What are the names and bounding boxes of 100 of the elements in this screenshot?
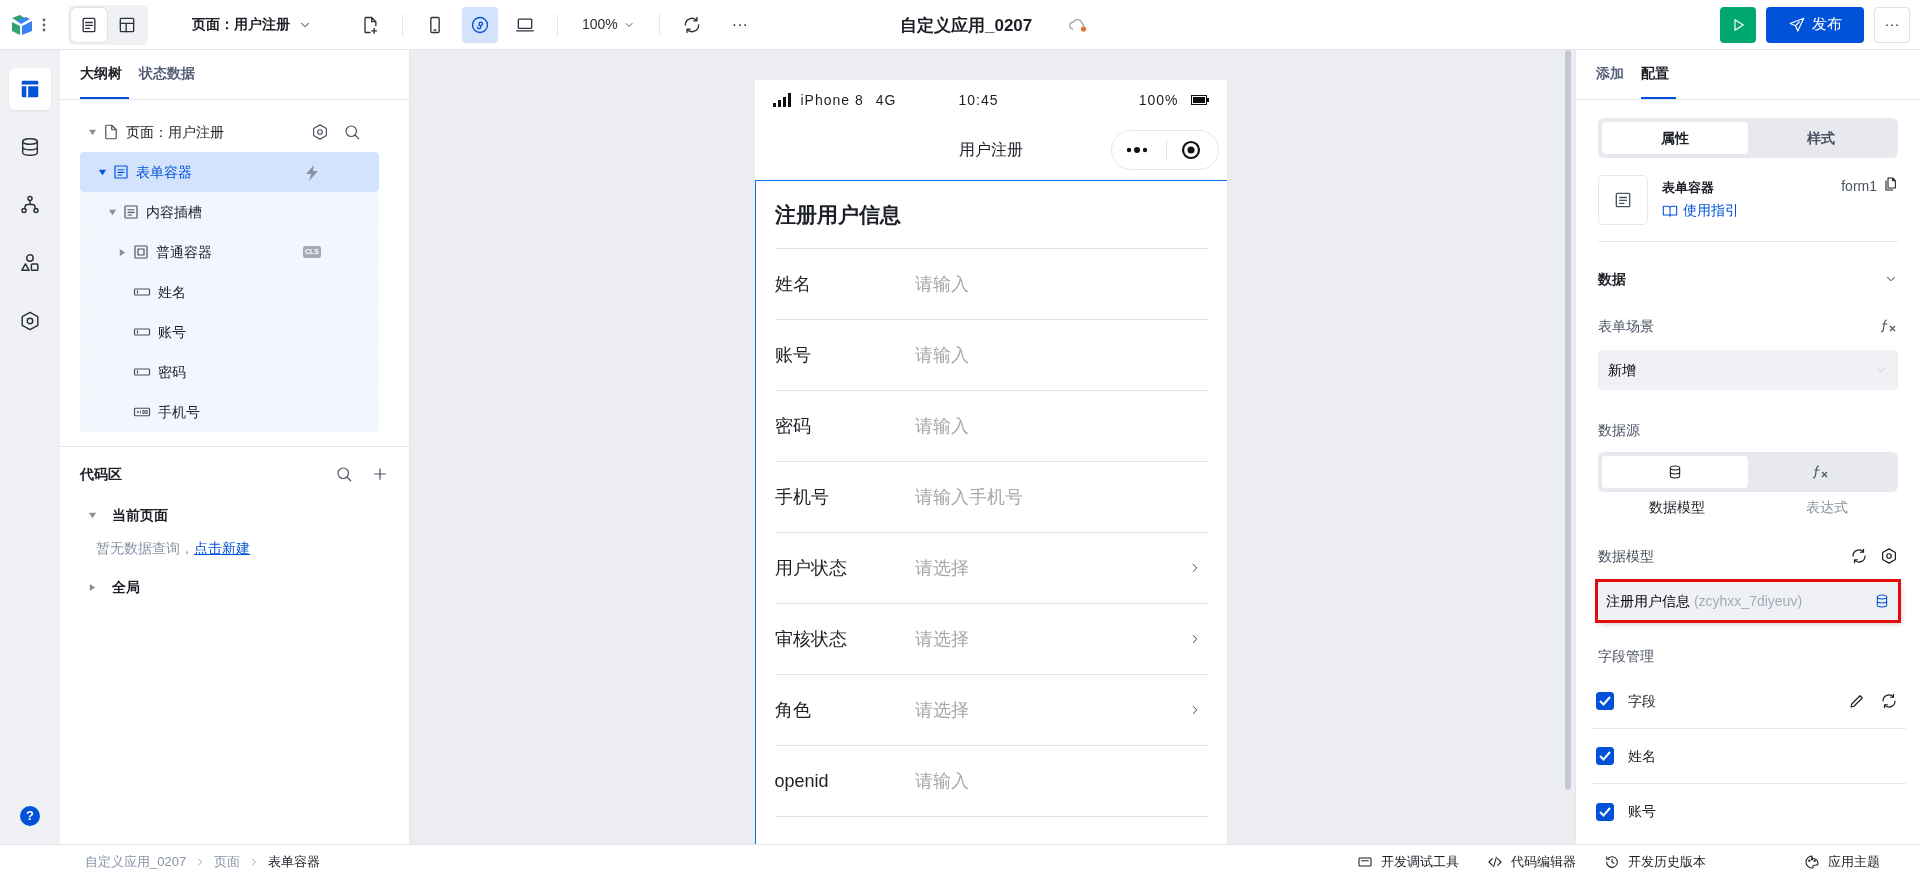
field-label: 密码 [774, 414, 812, 438]
database-icon [1874, 593, 1890, 609]
tree-label: 姓名 [158, 282, 186, 302]
checkbox[interactable] [1596, 692, 1614, 710]
function-icon[interactable] [1812, 465, 1830, 479]
panel-tab[interactable]: 添加 [1596, 50, 1631, 99]
group-label[interactable]: 全局 [112, 576, 140, 598]
select-field[interactable]: 新增 [1598, 350, 1898, 390]
field-label: 姓名 [1628, 746, 1656, 766]
run-button[interactable] [1720, 6, 1756, 43]
option-label: 表达式 [1804, 498, 1849, 517]
battery-percent: 100% [1138, 90, 1179, 110]
tree-item[interactable]: 密码 [80, 352, 379, 392]
more-button[interactable]: ··· [1874, 6, 1910, 43]
segment-tab[interactable]: 属性 [1602, 122, 1748, 154]
sidebar-item[interactable] [9, 68, 51, 110]
tree-label: 手机号 [158, 402, 200, 422]
more-icon[interactable] [1125, 146, 1148, 154]
field-label: 角色 [774, 698, 812, 722]
empty-message: 暂无数据查询， [96, 538, 194, 558]
scrollbar[interactable] [1565, 50, 1571, 790]
zoom-selector[interactable]: 100% [582, 14, 635, 35]
tree-item[interactable]: 手机号 [80, 392, 379, 432]
tree-item[interactable]: 内容插槽 [80, 192, 379, 232]
option-label: 数据模型 [1647, 498, 1706, 517]
help-button[interactable]: ? [20, 806, 40, 826]
pencil-icon [1848, 692, 1866, 710]
view-tab[interactable] [71, 7, 107, 42]
function-icon[interactable] [1880, 319, 1898, 333]
input-field[interactable]: 请输入 [914, 767, 1208, 795]
field-label: 表单场景 [1598, 316, 1654, 336]
input-field[interactable]: 请输入手机号 [914, 483, 1208, 511]
create-link[interactable]: 点击新建 [194, 537, 250, 559]
toolbar-button[interactable]: 开发历史版本 [1604, 852, 1706, 872]
panel-tab[interactable]: 状态数据 [139, 50, 202, 99]
tree-item[interactable]: 姓名 [80, 272, 379, 312]
checkbox[interactable] [1596, 802, 1614, 821]
layout-icon [19, 78, 41, 100]
input-field[interactable]: 请输入 [914, 341, 1208, 369]
container-icon [132, 243, 150, 261]
tree-label: 账号 [158, 322, 186, 342]
shapes-icon [19, 252, 41, 274]
more-button[interactable]: ··· [731, 12, 748, 37]
network-label: 4G [875, 90, 897, 110]
field-label: 字段管理 [1598, 646, 1654, 666]
battery-icon [1190, 95, 1209, 105]
input-field[interactable]: 请输入 [914, 412, 1208, 440]
guide-link[interactable]: 使用指引 [1662, 200, 1739, 222]
field-label: 用户状态 [774, 556, 848, 580]
close-target-icon[interactable] [1180, 140, 1201, 160]
collapse-caret-icon[interactable] [107, 207, 117, 217]
tree-label: 页面：用户注册 [126, 122, 224, 142]
toolbar-button[interactable]: 应用主题 [1804, 852, 1880, 872]
page-selector[interactable]: 页面：用户注册 [192, 14, 312, 35]
group-label[interactable]: 当前页面 [112, 504, 168, 526]
component-name: 表单容器 [1662, 178, 1715, 197]
device-button[interactable] [462, 6, 498, 43]
panel-tab[interactable]: 大纲树 [80, 50, 129, 99]
section-title: 代码区 [80, 464, 122, 484]
field-label: 审核状态 [774, 627, 848, 651]
clock-time: 10:45 [958, 90, 999, 110]
checkbox[interactable] [1596, 747, 1614, 765]
publish-button[interactable]: 发布 [1766, 6, 1864, 43]
toolbar-button[interactable]: 代码编辑器 [1487, 852, 1576, 872]
page-icon [102, 123, 120, 141]
expand-caret-icon[interactable] [87, 582, 97, 592]
app-title: 自定义应用_0207 [900, 15, 1033, 37]
component-id: form1 [1841, 177, 1877, 196]
breadcrumb-item[interactable]: 表单容器 [268, 852, 321, 872]
tree-label: 内容插槽 [146, 202, 202, 222]
collapse-caret-icon[interactable] [87, 510, 97, 520]
collapse-caret-icon[interactable] [97, 167, 107, 177]
data-model-field[interactable]: 注册用户信息 (zcyhxx_7diyeuv) [1598, 582, 1898, 620]
collapse-caret-icon[interactable] [87, 127, 97, 137]
field-label: 账号 [774, 343, 812, 367]
input-field[interactable]: 请输入 [914, 270, 1208, 298]
field-label: 账号 [1628, 802, 1656, 821]
toolbar-button[interactable]: 开发调试工具 [1357, 852, 1459, 872]
tree-item[interactable]: 表单容器 [80, 152, 379, 192]
field-label: 姓名 [774, 272, 812, 296]
page-title: 用户注册 [958, 140, 1023, 160]
field-label: 数据模型 [1598, 546, 1654, 566]
form-title: 注册用户信息 [774, 181, 1208, 249]
settings-icon [311, 123, 329, 141]
field-label: 字段 [1628, 691, 1656, 711]
tree-item[interactable]: 账号 [80, 312, 379, 352]
database-icon [1667, 464, 1683, 480]
send-icon [1788, 15, 1806, 34]
segment-tab[interactable]: 样式 [1748, 122, 1894, 154]
expand-caret-icon[interactable] [117, 247, 127, 257]
section-title: 数据 [1598, 269, 1626, 289]
tree-item[interactable]: 页面：用户注册 [80, 112, 379, 152]
debug-icon [1357, 854, 1373, 870]
signal-icon [772, 93, 791, 107]
search-icon [335, 465, 353, 483]
link-circle-icon [470, 14, 490, 35]
cloud-icon [1068, 17, 1088, 34]
device-name: iPhone 8 [800, 90, 864, 110]
panel-tab[interactable]: 配置 [1641, 50, 1676, 99]
refresh-icon [1880, 692, 1898, 710]
